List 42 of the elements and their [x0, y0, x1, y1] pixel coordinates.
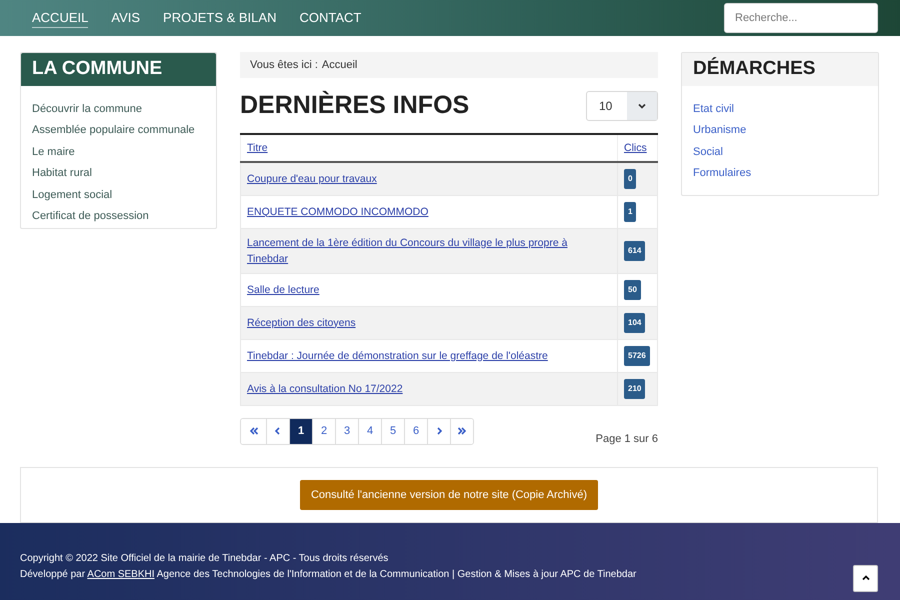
double-chevron-right-icon: [457, 426, 467, 436]
sidebar-link[interactable]: Le maire: [32, 144, 205, 162]
article-link[interactable]: Salle de lecture: [247, 282, 320, 298]
clicks-badge: 614: [624, 240, 646, 261]
nav-link[interactable]: CONTACT: [299, 8, 362, 28]
nav-link[interactable]: AVIS: [111, 8, 140, 28]
last-page-button[interactable]: [450, 418, 473, 444]
demarches-link[interactable]: Urbanisme: [693, 122, 867, 140]
demarches-title: DÉMARCHES: [682, 52, 878, 86]
breadcrumb-current: Accueil: [322, 58, 358, 71]
sidebar-link[interactable]: Assemblée populaire communale: [32, 122, 205, 140]
sidebar-link[interactable]: Découvrir la commune: [32, 100, 205, 118]
article-link[interactable]: Coupure d'eau pour travaux: [247, 170, 377, 187]
archive-button[interactable]: Consulté l'ancienne version de notre site (Copie Archivé): [300, 480, 598, 510]
search-field[interactable]: Recherche...: [724, 2, 878, 33]
clicks-badge: 210: [624, 378, 646, 399]
nav-link[interactable]: ACCUEIL: [32, 8, 88, 28]
credit-text: Développé par ACom SEBKHI Agence des Technologies de l'Information et de la Communication | Gestion & Mises à jour APC de Tinebdar: [20, 568, 636, 582]
demarches-link[interactable]: Formulaires: [693, 165, 867, 183]
sidebar-title: LA COMMUNE: [21, 52, 216, 86]
column-header-link[interactable]: Titre: [247, 142, 268, 154]
demarches-link[interactable]: Social: [693, 144, 867, 162]
page-status: Page 1 sur 6: [596, 432, 658, 445]
scroll-top-button[interactable]: [853, 564, 878, 592]
double-chevron-left-icon: [248, 426, 258, 436]
clicks-badge: 1: [624, 202, 636, 222]
nav-link[interactable]: PROJETS & BILAN: [163, 8, 276, 28]
page-title: DERNIÈRES INFOS: [240, 91, 470, 120]
page-link[interactable]: 1: [289, 418, 312, 444]
article-link[interactable]: Réception des citoyens: [247, 314, 356, 331]
page-size-select[interactable]: 10: [586, 90, 658, 121]
sidebar-link[interactable]: Habitat rural: [32, 165, 205, 183]
credit-link[interactable]: ACom SEBKHI: [87, 569, 155, 580]
sidebar-link[interactable]: Certificat de possession: [32, 208, 205, 226]
demarches-link[interactable]: Etat civil: [693, 100, 867, 118]
clicks-badge: 0: [624, 168, 636, 189]
copyright-text: Copyright © 2022 Site Officiel de la mairie de Tinebdar - APC - Tous droits réservés: [20, 552, 390, 566]
clicks-badge: 5726: [624, 346, 650, 366]
clicks-badge: 104: [624, 312, 646, 333]
clicks-badge: 50: [624, 280, 641, 300]
breadcrumb-label: Vous êtes ici :: [250, 58, 318, 71]
sidebar-link[interactable]: Logement social: [32, 186, 205, 204]
